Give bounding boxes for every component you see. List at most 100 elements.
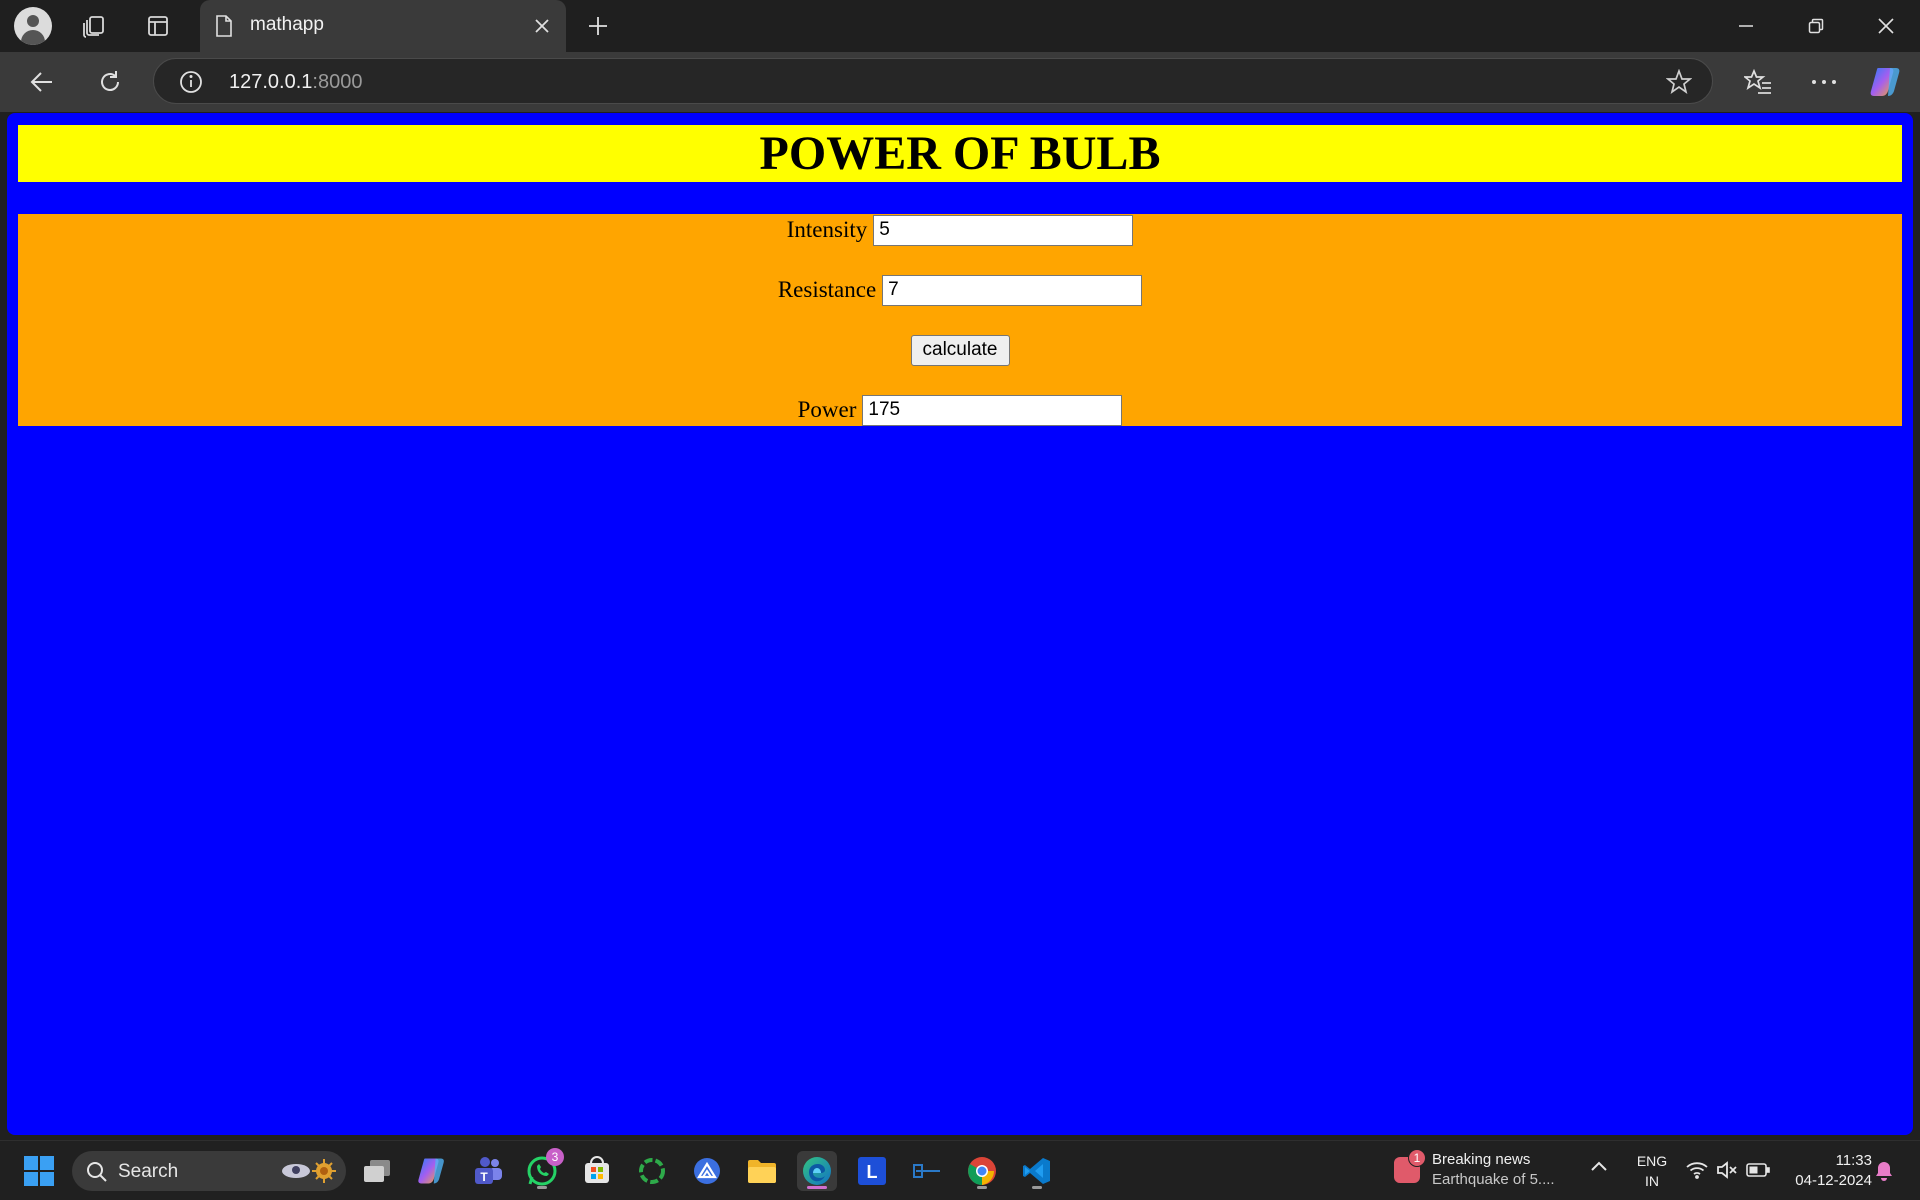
close-window-icon [1878, 18, 1894, 34]
copilot-app-button[interactable] [412, 1151, 452, 1191]
battery-icon [1746, 1163, 1770, 1177]
profile-button[interactable] [13, 6, 53, 46]
folder-icon [748, 1160, 776, 1183]
tab-title: mathapp [250, 14, 324, 35]
favorites-button[interactable] [1738, 62, 1778, 102]
chevron-up-icon [1591, 1161, 1607, 1171]
minimize-button[interactable] [1716, 6, 1776, 46]
chrome-icon [968, 1157, 996, 1185]
edge-app-button[interactable] [797, 1151, 837, 1191]
intensity-label: Intensity [786, 217, 868, 242]
ring-app-button[interactable] [632, 1151, 672, 1191]
notifications-button[interactable] [1874, 1160, 1894, 1185]
news-badge: 1 [1408, 1149, 1426, 1167]
region-code: IN [1645, 1173, 1659, 1189]
network-button[interactable] [1686, 1161, 1708, 1182]
clock[interactable]: 11:33 04-12-2024 [1780, 1151, 1872, 1191]
minimize-icon [1739, 25, 1753, 27]
active-indicator [807, 1186, 827, 1189]
power-output[interactable] [862, 394, 1123, 426]
task-view-button[interactable] [357, 1151, 397, 1191]
url-host: 127.0.0.1 [229, 71, 313, 93]
address-bar[interactable]: 127.0.0.1:8000 [153, 58, 1713, 104]
store-icon [585, 1156, 609, 1183]
close-window-button[interactable] [1856, 6, 1916, 46]
favorite-star-icon[interactable] [1666, 69, 1692, 95]
back-button[interactable] [22, 62, 62, 102]
whatsapp-app-button[interactable]: 3 [522, 1148, 564, 1191]
desktop-screen: mathapp 127.0.0.1:8000 POWER OF BULB Int… [0, 0, 1920, 1200]
edge-icon [803, 1157, 831, 1185]
clock-time: 11:33 [1835, 1152, 1872, 1169]
mountain-app-icon [694, 1158, 720, 1184]
tab-close-button[interactable] [528, 12, 556, 40]
l-app-button[interactable]: L [852, 1151, 892, 1191]
page-icon [216, 15, 232, 37]
intensity-row: Intensity [18, 214, 1902, 246]
file-explorer-button[interactable] [742, 1151, 782, 1191]
green-ring-icon [639, 1158, 665, 1184]
volume-muted-icon [1717, 1161, 1737, 1179]
intensity-input[interactable] [873, 214, 1134, 246]
battery-button[interactable] [1746, 1162, 1770, 1181]
site-info-icon [180, 71, 202, 93]
refresh-icon [101, 71, 119, 91]
search-highlight-icon [282, 1159, 336, 1183]
url-text[interactable]: 127.0.0.1:8000 [229, 71, 362, 94]
restore-button[interactable] [1786, 6, 1846, 46]
search-icon [87, 1162, 107, 1182]
dash-app-icon [913, 1164, 940, 1178]
resistance-label: Resistance [777, 277, 877, 302]
volume-button[interactable] [1716, 1161, 1738, 1182]
copilot-icon[interactable] [1868, 64, 1904, 100]
wifi-icon [1686, 1162, 1708, 1179]
whatsapp-badge: 3 [546, 1148, 564, 1166]
bell-icon [1876, 1162, 1892, 1181]
more-menu-button[interactable] [1804, 62, 1844, 102]
tab-actions-icon [148, 16, 168, 36]
dash-app-button[interactable] [907, 1151, 947, 1191]
chrome-app-button[interactable] [962, 1151, 1002, 1191]
teams-app-button[interactable]: T [467, 1151, 507, 1191]
ellipsis-icon [1812, 80, 1836, 84]
new-tab-button[interactable] [578, 6, 618, 46]
task-view-icon [364, 1160, 390, 1182]
start-button[interactable] [24, 1156, 54, 1186]
vertical-tabs-button[interactable] [138, 6, 178, 46]
triangle-app-button[interactable] [687, 1151, 727, 1191]
running-indicator [537, 1186, 547, 1189]
vscode-icon [1023, 1158, 1050, 1184]
favorites-list-icon [1744, 69, 1771, 94]
language-indicator[interactable]: ENG IN [1634, 1151, 1670, 1191]
calculate-row: calculate [18, 334, 1902, 366]
taskbar-search[interactable]: Search [72, 1151, 346, 1191]
language-code: ENG [1636, 1153, 1668, 1169]
refresh-button[interactable] [90, 62, 130, 102]
show-hidden-icons-button[interactable] [1590, 1159, 1608, 1175]
l-app-icon: L [858, 1157, 886, 1185]
running-indicator [977, 1186, 987, 1189]
calculate-button[interactable]: calculate [910, 334, 1010, 366]
restore-icon [1808, 18, 1824, 34]
store-app-button[interactable] [577, 1151, 617, 1191]
teams-icon: T [475, 1157, 502, 1184]
news-widget[interactable]: 1 Breaking news Earthquake of 5.... [1390, 1149, 1560, 1193]
browser-toolbar: 127.0.0.1:8000 [0, 52, 1920, 112]
profile-avatar-icon [14, 7, 52, 45]
svg-text:L: L [867, 1162, 878, 1182]
svg-text:T: T [480, 1170, 488, 1184]
tab-mathapp[interactable]: mathapp [200, 0, 566, 52]
news-title: Breaking news [1432, 1151, 1531, 1168]
workspaces-button[interactable] [74, 6, 114, 46]
power-row: Power [18, 394, 1902, 426]
back-arrow-icon [30, 72, 52, 92]
page-header: POWER OF BULB [18, 125, 1902, 182]
taskbar: Search T 3 L 1 Breaking news Earthquake … [0, 1140, 1920, 1200]
page-title: POWER OF BULB [759, 127, 1161, 180]
vscode-app-button[interactable] [1017, 1151, 1057, 1191]
copilot-app-icon [418, 1158, 444, 1184]
plus-icon [589, 17, 607, 35]
windows-logo-icon [24, 1156, 38, 1170]
resistance-input[interactable] [882, 274, 1143, 306]
browser-tabstrip: mathapp [0, 0, 1920, 52]
